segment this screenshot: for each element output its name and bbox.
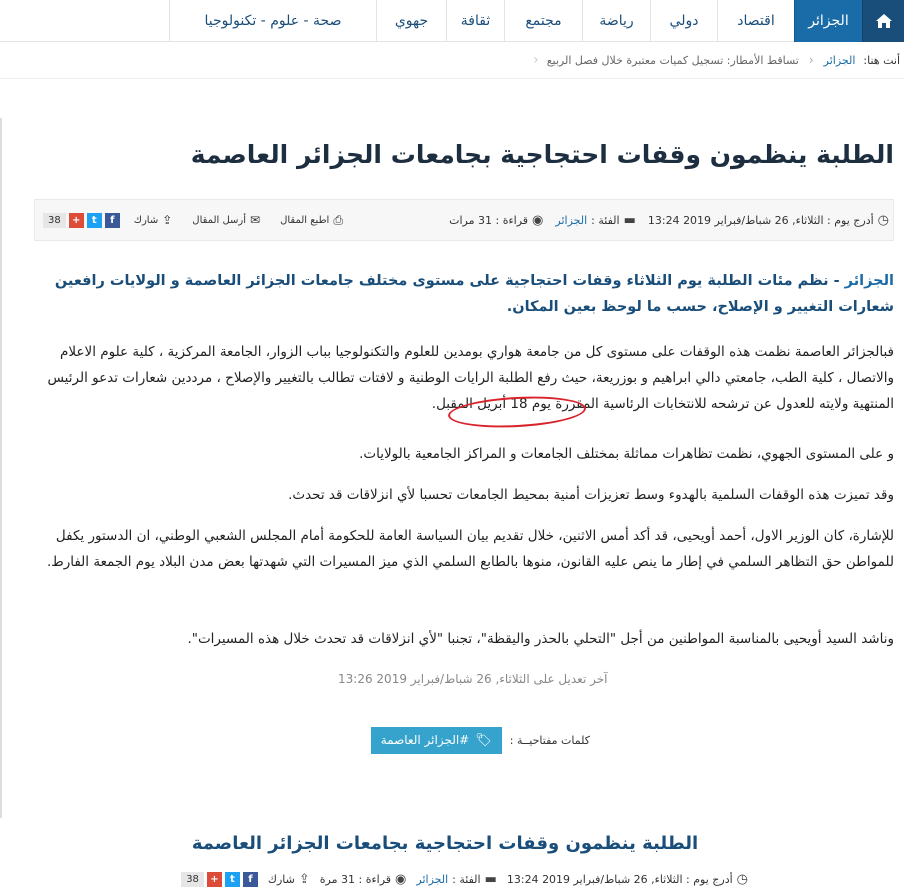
related-meta-posted: ◷ أدرج يوم : الثلاثاء, 26 شباط/فبراير 20…: [507, 872, 748, 887]
lead-tag: الجزائر: [844, 273, 894, 289]
article-paragraph: وقد تميزت هذه الوقفات السلمية بالهدوء وس…: [288, 487, 894, 503]
article-title: الطلبة ينظمون وقفات احتجاجية بجامعات الج…: [190, 140, 894, 169]
chevron-left-icon: ‹: [533, 52, 539, 68]
google-plus-icon[interactable]: +: [206, 871, 222, 887]
article-paragraph: للإشارة، كان الوزير الاول، أحمد أويحيى، …: [46, 528, 894, 570]
nav-item-regional[interactable]: جهوي: [376, 0, 446, 42]
facebook-icon[interactable]: f: [104, 212, 120, 228]
clock-icon: ◷: [736, 871, 748, 887]
clock-icon: ◷: [877, 212, 889, 228]
related-posted-date: الثلاثاء, 26 شباط/فبراير 2019 13:24: [506, 872, 683, 886]
related-category-label: الفئة :: [452, 872, 481, 886]
print-icon: ⎙: [333, 212, 343, 227]
meta-posted-date: الثلاثاء, 26 شباط/فبراير 2019 13:24: [647, 213, 824, 227]
nav-item-international[interactable]: دولي: [650, 0, 717, 42]
tag-icon: 🏷: [475, 732, 492, 748]
related-meta-category: ▬ الفئة : الجزائر: [416, 872, 496, 887]
tag-label: #الجزائر العاصمة: [380, 733, 470, 747]
related-share-button[interactable]: ⇪ شارك: [268, 872, 310, 887]
nav-item-economy[interactable]: اقتصاد: [717, 0, 794, 42]
related-category-link[interactable]: الجزائر: [416, 873, 448, 886]
breadcrumb-section-link[interactable]: الجزائر: [824, 54, 856, 67]
tags-row: كلمات مفتاحيــة : 🏷 #الجزائر العاصمة: [350, 725, 590, 755]
meta-category: ▬ الفئة : الجزائر: [555, 213, 635, 228]
divider: [0, 78, 904, 79]
folder-icon: ▬: [484, 871, 497, 887]
send-label: أرسل المقال: [192, 214, 247, 226]
meta-category-label: الفئة :: [591, 213, 620, 227]
facebook-icon[interactable]: f: [242, 871, 258, 887]
meta-posted: ◷ أدرج يوم : الثلاثاء, 26 شباط/فبراير 20…: [648, 213, 889, 228]
nav-home-button[interactable]: [862, 0, 904, 42]
tag-button[interactable]: 🏷 #الجزائر العاصمة: [370, 726, 502, 754]
breadcrumb-label: أنت هنا:: [863, 53, 900, 67]
top-navigation: الجزائر اقتصاد دولي رياضة مجتمع ثقافة جه…: [0, 0, 904, 42]
related-meta-reads: ◉ قراءة : 31 مرة: [320, 872, 407, 887]
send-article-button[interactable]: ✉ أرسل المقال: [192, 213, 260, 227]
article-paragraph: و على المستوى الجهوي، نظمت تظاهرات مماثل…: [359, 446, 894, 462]
share-icon: ⇪: [298, 871, 310, 887]
tags-label: كلمات مفتاحيــة :: [509, 733, 590, 747]
envelope-icon: ✉: [250, 213, 261, 227]
breadcrumb-current: تساقط الأمطار: تسجيل كميات معتبرة خلال ف…: [546, 53, 799, 67]
related-share-label: شارك: [267, 872, 295, 886]
last-edited: آخر تعديل على الثلاثاء, 26 شباط/فبراير 2…: [338, 672, 608, 686]
related-share-count: 38: [181, 871, 204, 887]
meta-posted-label: أدرج يوم :: [827, 213, 874, 227]
article-paragraph: وناشد السيد أويحيى بالمناسبة المواطنين م…: [187, 631, 894, 647]
share-button[interactable]: ⇪ شارك: [134, 213, 173, 227]
twitter-icon[interactable]: t: [224, 871, 240, 887]
chevron-left-icon: ‹: [808, 53, 814, 67]
folder-icon: ▬: [623, 212, 636, 228]
google-plus-icon[interactable]: +: [68, 212, 84, 228]
related-article-meta: ◷ أدرج يوم : الثلاثاء, 26 شباط/فبراير 20…: [148, 867, 748, 891]
print-button[interactable]: ⎙ اطبع المقال: [280, 213, 343, 228]
related-posted-label: أدرج يوم :: [686, 872, 733, 886]
nav-item-culture[interactable]: ثقافة: [446, 0, 504, 42]
meta-reads: ◉ قراءة : 31 مرات: [449, 213, 543, 228]
article-meta-bar: ◷ أدرج يوم : الثلاثاء, 26 شباط/فبراير 20…: [34, 199, 894, 241]
meta-reads-text: قراءة : 31 مرات: [449, 213, 529, 227]
twitter-icon[interactable]: t: [86, 212, 102, 228]
eye-icon: ◉: [532, 212, 544, 228]
meta-category-link[interactable]: الجزائر: [555, 214, 587, 227]
share-label: شارك: [133, 214, 159, 226]
nav-item-sports[interactable]: رياضة: [582, 0, 650, 42]
article-lead: الجزائر - نظم مئات الطلبة يوم الثلاثاء و…: [26, 268, 894, 320]
nav-item-health-science-tech[interactable]: صحة - علوم - تكنولوجيا: [169, 0, 376, 42]
lead-text: - نظم مئات الطلبة يوم الثلاثاء وقفات احت…: [54, 273, 894, 315]
social-buttons: f t + 38: [39, 212, 120, 228]
related-article-title[interactable]: الطلبة ينظمون وقفات احتجاجية بجامعات الج…: [180, 833, 710, 854]
article-paragraph: فبالجزائر العاصمة نظمت هذه الوقفات على م…: [47, 344, 894, 412]
nav-item-algeria[interactable]: الجزائر: [794, 0, 862, 42]
eye-icon: ◉: [395, 871, 407, 887]
print-label: اطبع المقال: [280, 214, 330, 226]
nav-item-society[interactable]: مجتمع: [504, 0, 582, 42]
share-count: 38: [43, 212, 66, 228]
content-border: [0, 118, 2, 818]
breadcrumb: أنت هنا: الجزائر ‹ تساقط الأمطار: تسجيل …: [0, 48, 904, 72]
home-icon: [875, 14, 892, 28]
related-reads-text: قراءة : 31 مرة: [319, 872, 392, 886]
share-icon: ⇪: [162, 213, 173, 227]
